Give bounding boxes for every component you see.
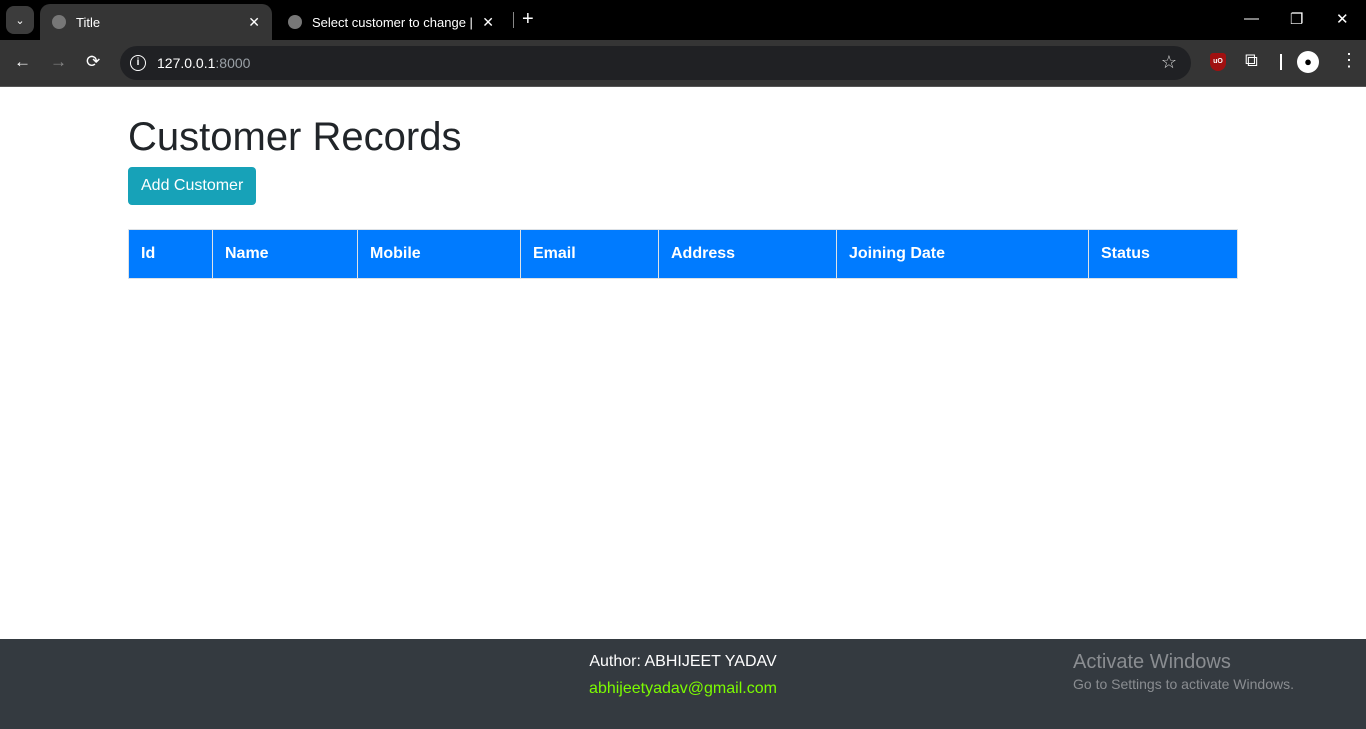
menu-kebab-icon[interactable]: ⋮ [1340, 50, 1358, 71]
column-header-status: Status [1088, 229, 1238, 279]
tab-title: Select customer to change | Dja [312, 14, 474, 30]
column-header-email: Email [520, 229, 659, 279]
url-text[interactable]: 127.0.0.1:8000 [157, 55, 250, 71]
column-header-address: Address [658, 229, 837, 279]
toolbar-divider [1280, 54, 1282, 70]
globe-icon [288, 15, 302, 29]
extensions-icon[interactable]: ⧉ [1245, 50, 1258, 71]
column-header-mobile: Mobile [357, 229, 521, 279]
add-customer-button[interactable]: Add Customer [128, 167, 257, 205]
new-tab-button[interactable]: + [522, 8, 534, 31]
close-tab-icon[interactable]: ✕ [248, 14, 260, 31]
column-header-joining-date: Joining Date [836, 229, 1089, 279]
restore-icon[interactable]: ❐ [1290, 10, 1303, 28]
main-content: Customer Records Add Customer Id Name Mo… [128, 88, 1238, 279]
watermark-subtitle: Go to Settings to activate Windows. [1073, 676, 1294, 692]
tab-active[interactable]: Title ✕ [40, 4, 272, 40]
globe-icon [52, 15, 66, 29]
tab-bar: ⌄ Title ✕ Select customer to change | Dj… [0, 0, 1366, 40]
profile-avatar-icon[interactable]: ● [1297, 51, 1319, 73]
forward-icon[interactable]: → [50, 52, 67, 72]
tab-inactive[interactable]: Select customer to change | Dja ✕ [276, 4, 506, 40]
browser-toolbar: ← → ⟳ i 127.0.0.1:8000 ☆ uO ⧉ ● ⋮ [0, 40, 1366, 87]
bookmark-star-icon[interactable]: ☆ [1161, 52, 1177, 73]
footer-email-link[interactable]: abhijeetyadav@gmail.com [589, 680, 777, 698]
tab-divider [513, 12, 514, 28]
customer-table: Id Name Mobile Email Address Joining Dat… [128, 229, 1238, 279]
column-header-id: Id [128, 229, 213, 279]
site-info-icon[interactable]: i [130, 55, 146, 71]
back-icon[interactable]: ← [14, 52, 31, 72]
minimize-icon[interactable]: — [1244, 10, 1259, 27]
page-title: Customer Records [128, 115, 462, 159]
ublock-icon[interactable]: uO [1210, 53, 1226, 71]
windows-activation-watermark: Activate Windows Go to Settings to activ… [1073, 651, 1294, 692]
chevron-down-icon: ⌄ [15, 14, 25, 27]
watermark-title: Activate Windows [1073, 651, 1231, 673]
column-header-name: Name [212, 229, 358, 279]
close-tab-icon[interactable]: ✕ [482, 14, 494, 31]
reload-icon[interactable]: ⟳ [86, 52, 100, 72]
url-host: 127.0.0.1 [157, 55, 216, 71]
tab-title: Title [76, 14, 101, 30]
tab-search-button[interactable]: ⌄ [6, 6, 34, 34]
table-header-row: Id Name Mobile Email Address Joining Dat… [128, 229, 1238, 279]
address-bar[interactable]: i 127.0.0.1:8000 ☆ [120, 46, 1191, 80]
url-port: :8000 [215, 55, 251, 71]
close-window-icon[interactable]: ✕ [1336, 10, 1349, 28]
footer: Author: ABHIJEET YADAV abhijeetyadav@gma… [0, 639, 1366, 729]
